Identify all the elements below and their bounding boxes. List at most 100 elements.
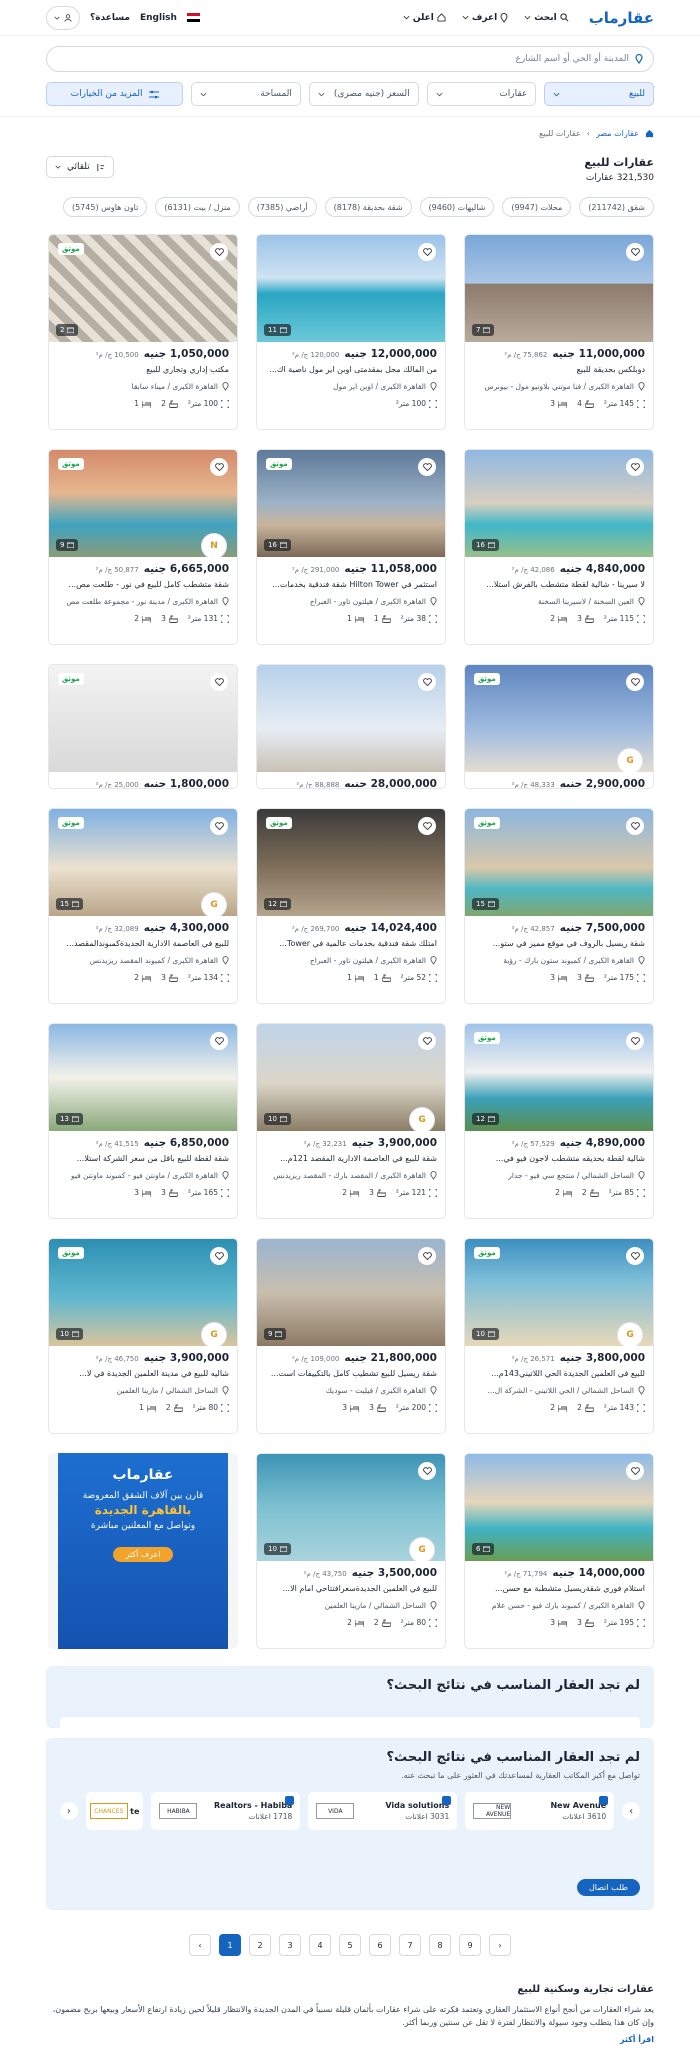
listing-photo[interactable] [257,665,445,772]
listing-photo[interactable]: موثق [49,665,237,772]
page-prev-button[interactable]: ‹ [189,1934,211,1956]
favorite-heart-icon[interactable] [418,1032,436,1050]
chip-chalets[interactable]: شاليهات (9460) [419,197,495,217]
page-button[interactable]: 3 [279,1934,301,1956]
page-button[interactable]: 7 [399,1934,421,1956]
purpose-select[interactable]: للبيع [544,82,654,106]
listing-title[interactable]: شقة متشطب كامل للبيع في نور - طلعت مص... [57,580,229,589]
listing-card[interactable]: 11 12,000,000 جنيه 120,000 ج/ م² من المال… [256,234,446,430]
page-button[interactable]: 9 [459,1934,481,1956]
listing-photo[interactable]: موثق 9 N [49,450,237,557]
listing-photo[interactable]: 13 [49,1024,237,1131]
listing-photo[interactable]: موثق 10 G [465,1239,653,1346]
property-type-select[interactable]: عقارات [426,82,537,106]
nav-advertise[interactable]: اعلن [403,13,446,23]
listing-card[interactable]: موثق 16 11,058,000 جنيه 291,000 ج/ م² است… [256,449,446,645]
listing-photo[interactable]: موثق 15 G [49,809,237,916]
listing-title[interactable]: من المالك محل بمقدمتى اوبن اير مول ناصية… [265,365,437,374]
listing-title[interactable]: شقة ريسيل بالروف في موقع مميز في ستو... [473,939,645,948]
nav-learn[interactable]: اعرف [462,13,508,23]
listing-card[interactable]: موثق 15 G 4,300,000 جنيه 32,089 ج/ م² للب… [48,808,238,1004]
listing-card[interactable]: 10 G 3,900,000 جنيه 32,231 ج/ م² شقة للبي… [256,1023,446,1219]
home-icon[interactable] [645,129,654,138]
site-logo[interactable]: عقارماب [589,9,654,27]
listing-card[interactable]: موثق 12 4,890,000 جنيه 57,529 ج/ م² شالية… [464,1023,654,1219]
listing-photo[interactable]: موثق 10 G [49,1239,237,1346]
listing-title[interactable]: شاليه للبيع في مدينة العلمين الجديدة في … [57,1369,229,1378]
listing-card[interactable]: 13 6,850,000 جنيه 41,515 ج/ م² شقة لقطة ل… [48,1023,238,1219]
listing-title[interactable]: للبيع في العلمين الجديدة الحي اللاتيني14… [473,1369,645,1378]
favorite-heart-icon[interactable] [418,458,436,476]
listing-card[interactable]: 10 G 3,500,000 جنيه 43,750 ج/ م² للبيع في… [256,1453,446,1649]
page-button[interactable]: 8 [429,1934,451,1956]
chip-apartments[interactable]: شقق (211742) [579,197,654,217]
chip-shops[interactable]: محلات (9947) [502,197,572,217]
listing-photo[interactable]: 11 [257,235,445,342]
listing-photo[interactable]: موثق 16 [257,450,445,557]
listing-card[interactable]: 6 14,000,000 جنيه 71,794 ج/ م² استلام فور… [464,1453,654,1649]
listing-title[interactable]: شقة لقطة للبيع باقل من سعر الشركة استلا.… [57,1154,229,1163]
favorite-heart-icon[interactable] [626,1032,644,1050]
listing-title[interactable]: لا سيرينا - شالية لقطة متشطب بالفرش استل… [473,580,645,589]
listing-photo[interactable]: موثق 15 [465,809,653,916]
favorite-heart-icon[interactable] [210,243,228,261]
listing-title[interactable]: شالية لقطة بحديقه متشطب لاجون فيو في... [473,1154,645,1163]
chip-garden-apartments[interactable]: شقة بحديقة (8178) [324,197,412,217]
favorite-heart-icon[interactable] [626,817,644,835]
favorite-heart-icon[interactable] [210,673,228,691]
favorite-heart-icon[interactable] [626,1247,644,1265]
location-search-input[interactable]: المدينة أو الحي أو اسم الشارع [46,46,654,72]
request-call-button[interactable]: طلب اتصال [576,1879,640,1896]
favorite-heart-icon[interactable] [626,243,644,261]
page-next-button[interactable]: › [489,1934,511,1956]
listing-photo[interactable]: موثق G [465,665,653,772]
page-button[interactable]: 2 [249,1934,271,1956]
favorite-heart-icon[interactable] [210,458,228,476]
listing-card[interactable]: 16 4,840,000 جنيه 42,086 ج/ م² لا سيرينا … [464,449,654,645]
listing-card[interactable]: 28,000,000 جنيه88,888 ج/ م² توين هاوس ري… [256,664,446,789]
listing-card[interactable]: موثق 2 1,050,000 جنيه 10,500 ج/ م² مكتب إ… [48,234,238,430]
favorite-heart-icon[interactable] [626,1462,644,1480]
help-link[interactable]: مساعدة؟ [90,13,130,23]
listing-title[interactable]: استلام فوري شقةريسيل متشطبة مع حسن... [473,1584,645,1593]
favorite-heart-icon[interactable] [418,243,436,261]
page-button[interactable]: 5 [339,1934,361,1956]
nav-search[interactable]: ابحث [524,13,569,23]
price-select[interactable]: السعر (جنيه مصرى) [308,82,419,106]
favorite-heart-icon[interactable] [626,673,644,691]
favorite-heart-icon[interactable] [626,458,644,476]
listing-card[interactable]: موثق 10 G 3,800,000 جنيه 26,571 ج/ م² للب… [464,1238,654,1434]
checkbox-icon[interactable] [599,1796,609,1805]
favorite-heart-icon[interactable] [418,673,436,691]
breadcrumb-home[interactable]: عقارات مصر [596,129,639,138]
listing-photo[interactable]: موثق 12 [257,809,445,916]
listing-title[interactable]: شقة للبيع في العاصمة الادارية المقصد 121… [265,1154,437,1163]
agency-card[interactable]: te CHANCES [85,1792,144,1830]
listing-title[interactable]: مكتب إداري وتجاري للبيع [57,365,229,374]
favorite-heart-icon[interactable] [210,1247,228,1265]
favorite-heart-icon[interactable] [210,817,228,835]
listing-title[interactable]: استثمر في Hilton Tower شقة فندقية بخدمات… [265,580,437,589]
page-button[interactable]: 4 [309,1934,331,1956]
agency-card[interactable]: New Avenue 3610 اعلانات NEW AVENUE [465,1792,615,1830]
page-button[interactable]: 6 [369,1934,391,1956]
listing-title[interactable]: امتلك شقة فندقية بخدمات عالمية في Tower.… [265,939,437,948]
sort-select[interactable]: تلقائي [46,156,114,178]
listing-card[interactable]: 7 11,000,000 جنيه 75,862 ج/ م² دوبلكس بحد… [464,234,654,430]
chip-lands[interactable]: أراضي (7385) [247,197,317,217]
favorite-heart-icon[interactable] [418,1247,436,1265]
carousel-next-button[interactable]: › [622,1802,640,1820]
favorite-heart-icon[interactable] [418,817,436,835]
agency-card[interactable]: Vida solutions 3031 اعلانات VIDA [308,1792,458,1830]
language-switch[interactable]: English [140,13,177,23]
checkbox-icon[interactable] [285,1796,295,1805]
listing-card[interactable]: موثق 10 G 3,900,000 جنيه 46,750 ج/ م² شال… [48,1238,238,1434]
ad-cta-button[interactable]: اعرف أكثر [113,1547,173,1562]
chip-townhouses[interactable]: تاون هاوس (5745) [62,197,148,217]
listing-card[interactable]: موثق 12 14,024,400 جنيه 269,700 ج/ م² امت… [256,808,446,1004]
listing-title[interactable]: شقة ريسيل للبيع تشطيب كامل بالتكييفات اس… [265,1369,437,1378]
listing-photo[interactable]: 7 [465,235,653,342]
listing-card[interactable]: موثق 15 7,500,000 جنيه 42,857 ج/ م² شقة ر… [464,808,654,1004]
listing-photo[interactable]: موثق 2 [49,235,237,342]
advertisement-banner[interactable]: عقارماب قارن بين آلاف الشقق المعروضة بالق… [48,1453,238,1649]
